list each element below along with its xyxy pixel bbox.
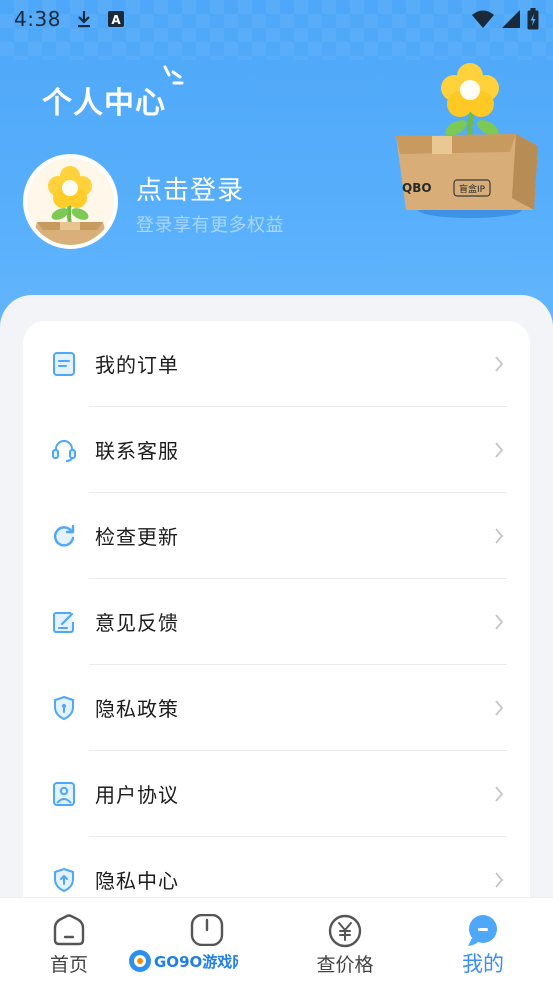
chevron-right-icon bbox=[495, 872, 504, 888]
battery-icon bbox=[527, 8, 539, 30]
shield-icon bbox=[54, 695, 74, 721]
box-tag-text: 盲盒IP bbox=[459, 183, 486, 195]
order-icon bbox=[53, 352, 75, 376]
bottom-tab-bar: 首页 查价格 我的 bbox=[0, 897, 553, 984]
avatar[interactable] bbox=[23, 154, 118, 249]
watermark-text: GO9O游戏网 bbox=[154, 953, 238, 971]
a-notification-icon: A bbox=[107, 11, 124, 27]
menu-item-orders[interactable]: 我的订单 bbox=[23, 321, 530, 407]
flower-box-avatar-icon bbox=[27, 158, 114, 245]
profile-icon bbox=[468, 915, 497, 946]
chevron-right-icon bbox=[495, 356, 504, 372]
menu-item-label: 意见反馈 bbox=[95, 611, 179, 635]
price-icon bbox=[328, 914, 362, 948]
tab-label: 首页 bbox=[49, 954, 88, 976]
menu-item-label: 检查更新 bbox=[95, 525, 179, 549]
profile-header: 4:38 A 个人中心 点击登录 登录享有更多权益 QBO 盲盒IP bbox=[0, 0, 553, 340]
menu-item-label: 隐私政策 bbox=[95, 697, 179, 721]
chevron-right-icon bbox=[495, 528, 504, 544]
chevron-right-icon bbox=[495, 786, 504, 802]
menu-list: 我的订单 联系客服 检查更新 意见反馈 隐私政策 用户协议 隐私中心 bbox=[23, 321, 530, 941]
menu-item-label: 联系客服 bbox=[95, 439, 179, 463]
flower-box-illustration: QBO 盲盒IP bbox=[396, 63, 538, 218]
tab-label: 我的 bbox=[462, 952, 504, 976]
status-time: 4:38 bbox=[14, 7, 61, 31]
shield-icon bbox=[54, 867, 74, 893]
login-title[interactable]: 点击登录 bbox=[136, 170, 244, 207]
menu-item-privacy-policy[interactable]: 隐私政策 bbox=[23, 665, 530, 751]
tab-home[interactable]: 首页 bbox=[0, 898, 138, 984]
wifi-icon bbox=[472, 10, 494, 28]
home-icon bbox=[53, 914, 85, 946]
tab-check-price[interactable]: 查价格 bbox=[276, 898, 414, 984]
tab-label: 查价格 bbox=[316, 954, 374, 976]
menu-item-label: 我的订单 bbox=[95, 353, 179, 377]
menu-item-label: 隐私中心 bbox=[95, 869, 179, 893]
chevron-right-icon bbox=[495, 700, 504, 716]
sparkle-icon bbox=[163, 65, 184, 85]
menu-item-user-agreement[interactable]: 用户协议 bbox=[23, 751, 530, 837]
download-icon bbox=[77, 11, 90, 28]
chevron-right-icon bbox=[495, 614, 504, 630]
svg-text:A: A bbox=[111, 13, 121, 27]
headset-icon bbox=[52, 440, 76, 462]
page-title: 个人中心 bbox=[42, 86, 166, 121]
menu-item-check-update[interactable]: 检查更新 bbox=[23, 493, 530, 579]
status-bar: 4:38 A bbox=[0, 0, 553, 38]
refresh-icon bbox=[53, 524, 75, 547]
signal-icon bbox=[502, 10, 520, 28]
site-watermark-logo: GO9O游戏网 bbox=[129, 950, 238, 972]
tab-mine[interactable]: 我的 bbox=[414, 898, 552, 984]
login-subtitle: 登录享有更多权益 bbox=[136, 215, 284, 236]
agreement-icon bbox=[53, 782, 75, 806]
menu-item-label: 用户协议 bbox=[95, 783, 179, 807]
menu-item-customer-service[interactable]: 联系客服 bbox=[23, 407, 530, 493]
chevron-right-icon bbox=[495, 442, 504, 458]
feedback-icon bbox=[53, 612, 74, 633]
menu-item-feedback[interactable]: 意见反馈 bbox=[23, 579, 530, 665]
box-brand-text: QBO bbox=[402, 181, 432, 195]
power-icon bbox=[190, 914, 224, 946]
